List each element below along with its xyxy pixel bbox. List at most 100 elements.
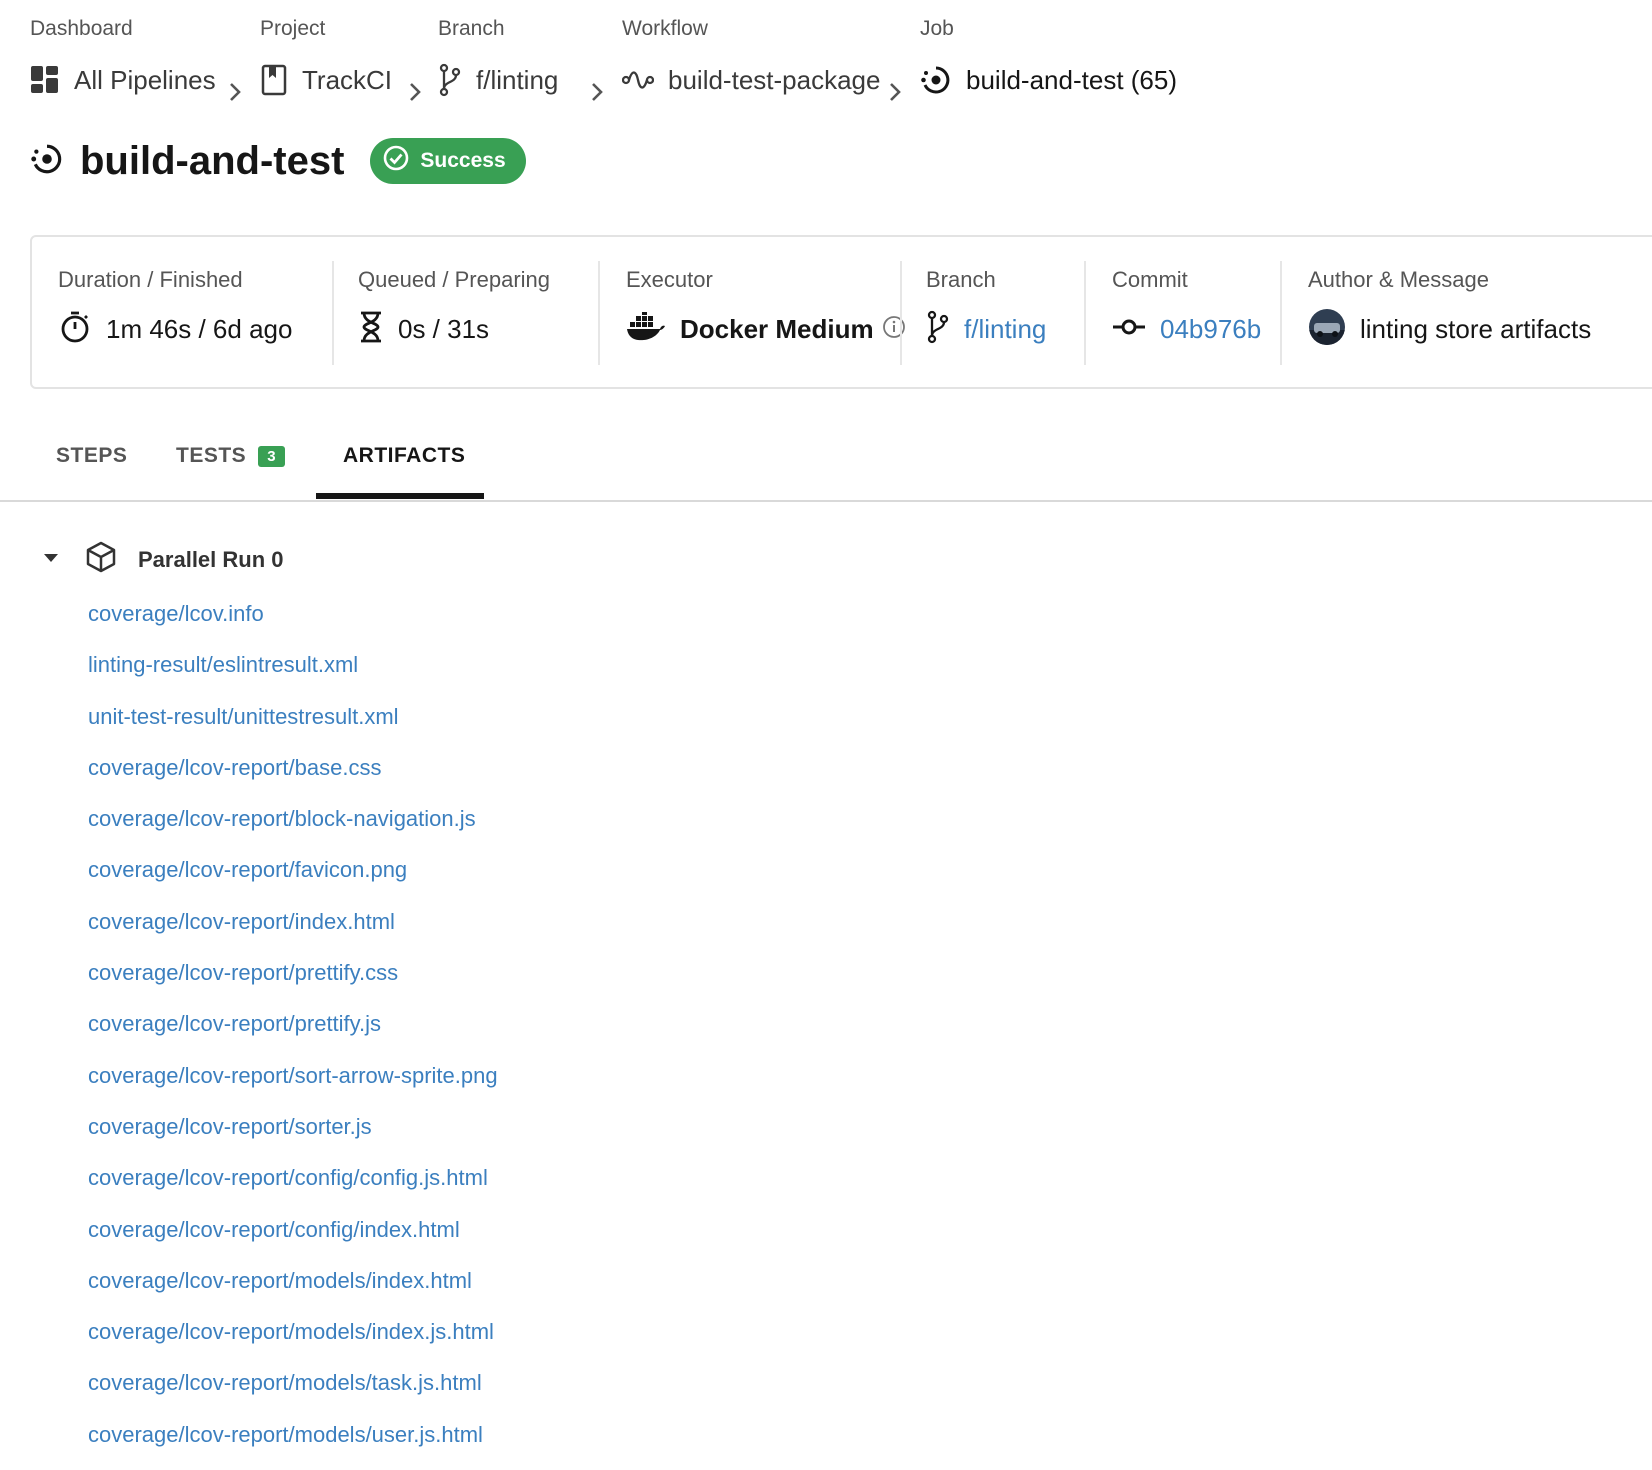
list-item: coverage/lcov-report/config/index.html	[88, 1210, 498, 1261]
queued-label: Queued / Preparing	[358, 267, 551, 292]
job-icon	[920, 64, 952, 96]
breadcrumb-value: build-and-test (65)	[966, 64, 1177, 95]
divider	[1084, 261, 1086, 365]
check-circle-icon	[382, 144, 410, 178]
hourglass-icon	[358, 310, 384, 349]
commit-message: linting store artifacts	[1360, 313, 1592, 344]
commit-label: Commit	[1112, 267, 1188, 292]
artifact-link[interactable]: coverage/lcov-report/models/index.js.htm…	[88, 1319, 494, 1344]
artifact-link[interactable]: coverage/lcov-report/favicon.png	[88, 857, 407, 882]
stopwatch-icon	[58, 310, 92, 349]
tab-tests[interactable]: TESTS 3	[176, 444, 286, 468]
commit-value[interactable]: 04b976b	[1160, 314, 1261, 345]
bookmark-icon	[260, 64, 288, 96]
docker-icon	[626, 310, 666, 347]
breadcrumb-workflow[interactable]: Workflow build-test-package	[622, 14, 880, 98]
artifact-link[interactable]: coverage/lcov-report/config/config.js.ht…	[88, 1165, 488, 1190]
status-text: Success	[420, 149, 506, 172]
artifact-link[interactable]: linting-result/eslintresult.xml	[88, 652, 358, 677]
branch-icon	[438, 63, 462, 97]
avatar	[1308, 308, 1346, 351]
list-item: coverage/lcov-report/models/index.js.htm…	[88, 1312, 498, 1363]
box-icon	[84, 540, 118, 579]
breadcrumb-label: Branch	[438, 17, 505, 40]
artifact-link[interactable]: coverage/lcov-report/models/index.html	[88, 1268, 472, 1293]
list-item: unit-test-result/unittestresult.xml	[88, 697, 498, 748]
commit-link[interactable]: 04b976b	[1112, 309, 1261, 349]
tab-label: STEPS	[56, 444, 128, 467]
list-item: coverage/lcov-report/block-navigation.js	[88, 799, 498, 850]
job-info-card: Duration / Finished 1m 46s / 6d ago Queu…	[30, 235, 1652, 389]
duration-label: Duration / Finished	[58, 267, 243, 292]
breadcrumb-value: All Pipelines	[74, 64, 216, 95]
executor-label: Executor	[626, 267, 713, 292]
list-item: coverage/lcov-report/models/user.js.html	[88, 1415, 498, 1466]
artifact-link[interactable]: unit-test-result/unittestresult.xml	[88, 704, 399, 729]
artifact-link[interactable]: coverage/lcov-report/sort-arrow-sprite.p…	[88, 1063, 498, 1088]
artifact-link[interactable]: coverage/lcov-report/prettify.css	[88, 960, 398, 985]
caret-down-icon[interactable]	[42, 551, 60, 569]
artifact-link[interactable]: coverage/lcov-report/index.html	[88, 909, 395, 934]
divider	[1280, 261, 1282, 365]
tab-artifacts[interactable]: ARTIFACTS	[343, 444, 465, 468]
list-item: coverage/lcov-report/prettify.css	[88, 953, 498, 1004]
chevron-right-icon	[590, 81, 604, 108]
list-item: coverage/lcov-report/models/task.js.html	[88, 1363, 498, 1414]
chevron-right-icon	[408, 81, 422, 108]
breadcrumb-label: Job	[920, 17, 954, 40]
list-item: coverage/lcov-report/index.html	[88, 902, 498, 953]
page-title: build-and-test	[80, 138, 345, 183]
artifact-link[interactable]: coverage/lcov-report/block-navigation.js	[88, 806, 476, 831]
breadcrumb-value: TrackCI	[302, 64, 393, 95]
divider	[900, 261, 902, 365]
breadcrumb-value: build-test-package	[668, 64, 881, 95]
parallel-run-header[interactable]: Parallel Run 0	[42, 540, 284, 579]
workflow-icon	[622, 68, 654, 92]
list-item: coverage/lcov-report/favicon.png	[88, 850, 498, 901]
breadcrumb-label: Workflow	[622, 17, 708, 40]
list-item: coverage/lcov-report/base.css	[88, 748, 498, 799]
branch-icon	[926, 310, 950, 349]
branch-value[interactable]: f/linting	[964, 314, 1046, 345]
job-header: build-and-test Success	[30, 138, 526, 184]
tab-bar: STEPS TESTS 3 ARTIFACTS	[0, 420, 1652, 502]
divider	[332, 261, 334, 365]
artifact-link[interactable]: coverage/lcov-report/base.css	[88, 755, 381, 780]
status-badge: Success	[370, 138, 526, 184]
tab-label: TESTS	[176, 444, 247, 467]
commit-icon	[1112, 317, 1146, 342]
artifact-link[interactable]: coverage/lcov-report/sorter.js	[88, 1114, 372, 1139]
breadcrumb-project[interactable]: Project TrackCI	[260, 14, 392, 98]
chevron-right-icon	[228, 81, 242, 108]
breadcrumb-label: Dashboard	[30, 17, 133, 40]
queued-value: 0s / 31s	[398, 313, 490, 344]
artifact-link[interactable]: coverage/lcov.info	[88, 601, 264, 626]
list-item: linting-result/eslintresult.xml	[88, 645, 498, 696]
active-tab-indicator	[316, 493, 484, 499]
artifact-link[interactable]: coverage/lcov-report/models/user.js.html	[88, 1422, 483, 1447]
parallel-run-title: Parallel Run 0	[138, 546, 284, 572]
list-item: coverage/lcov-report/config/config.js.ht…	[88, 1158, 498, 1209]
list-item: coverage/lcov-report/models/index.html	[88, 1261, 498, 1312]
author-label: Author & Message	[1308, 267, 1489, 292]
breadcrumb-branch[interactable]: Branch f/linting	[438, 14, 558, 98]
branch-link[interactable]: f/linting	[926, 309, 1046, 349]
job-icon	[30, 142, 64, 181]
artifact-list: coverage/lcov.info linting-result/eslintr…	[88, 594, 498, 1466]
artifact-link[interactable]: coverage/lcov-report/models/task.js.html	[88, 1370, 482, 1395]
executor-value: Docker Medium	[680, 313, 874, 344]
artifact-link[interactable]: coverage/lcov-report/prettify.js	[88, 1011, 381, 1036]
info-icon[interactable]	[882, 315, 906, 344]
artifact-link[interactable]: coverage/lcov-report/config/index.html	[88, 1217, 460, 1242]
list-item: coverage/lcov-report/sort-arrow-sprite.p…	[88, 1056, 498, 1107]
breadcrumb-dashboard[interactable]: Dashboard All Pipelines	[30, 14, 216, 98]
tab-label: ARTIFACTS	[343, 444, 466, 467]
breadcrumb-label: Project	[260, 17, 326, 40]
list-item: coverage/lcov-report/prettify.js	[88, 1004, 498, 1055]
breadcrumb-value: f/linting	[476, 64, 559, 95]
duration-value: 1m 46s / 6d ago	[106, 313, 293, 344]
tests-count-badge: 3	[258, 445, 286, 467]
breadcrumb-job[interactable]: Job build-and-test (65)	[920, 14, 1177, 98]
branch-label: Branch	[926, 267, 996, 292]
tab-steps[interactable]: STEPS	[56, 444, 127, 468]
